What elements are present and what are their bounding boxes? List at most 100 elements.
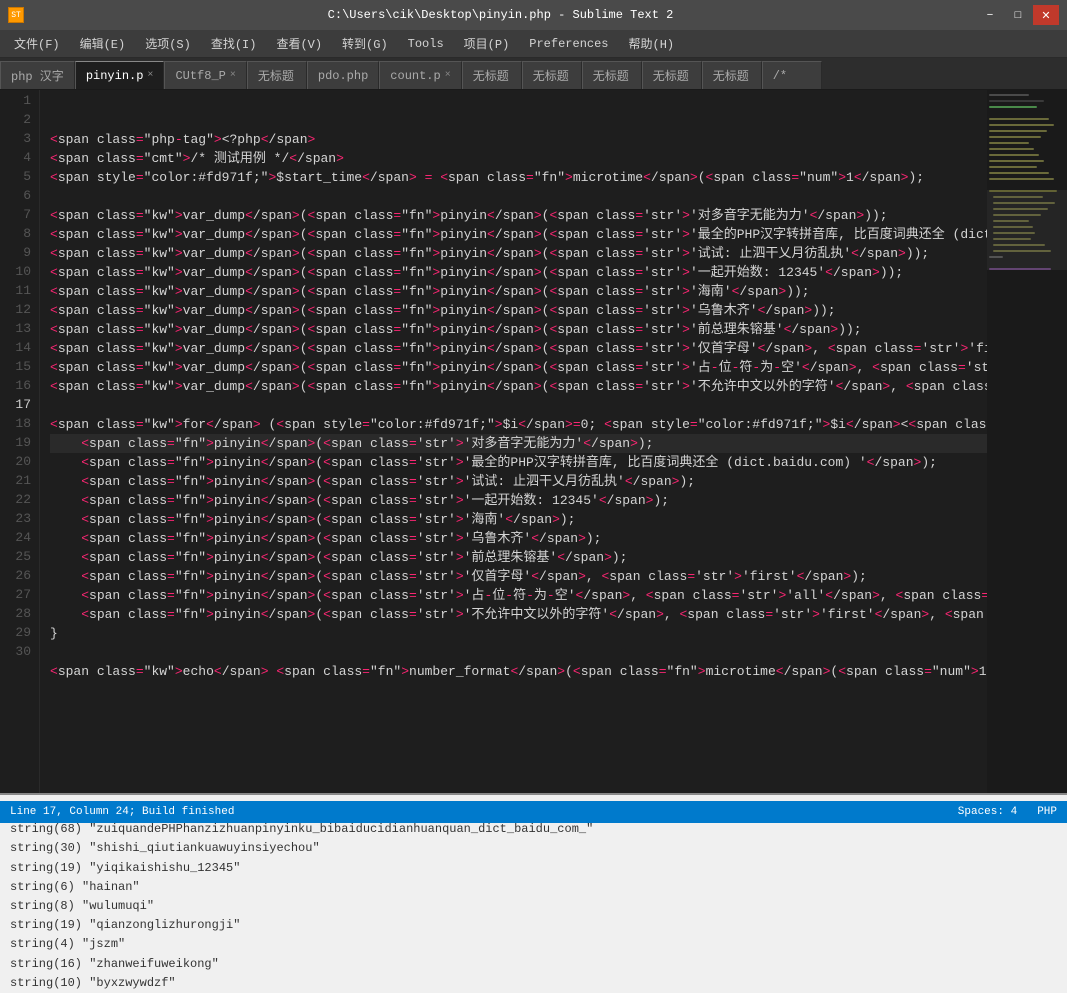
menu-item-V[interactable]: 查看(V) — [266, 31, 332, 56]
code-line-28 — [50, 643, 987, 662]
code-line-12: <span class="kw">var_dump</span>(<span c… — [50, 339, 987, 358]
tab-label: 无标题 — [473, 67, 509, 84]
code-line-16: <span class="kw">for</span> (<span style… — [50, 415, 987, 434]
line-number-15: 15 — [8, 358, 31, 377]
line-number-7: 7 — [8, 206, 31, 225]
code-line-25: <span class="fn">pinyin</span>(<span cla… — [50, 586, 987, 605]
menu-item-F[interactable]: 文件(F) — [4, 31, 70, 56]
menu-item-H[interactable]: 帮助(H) — [619, 31, 685, 56]
tab-label: 无标题 — [653, 67, 689, 84]
line-number-27: 27 — [8, 586, 31, 605]
code-line-3: <span style="color:#fd971f;">$start_time… — [50, 168, 987, 187]
tab-11[interactable]: /* — [762, 61, 822, 89]
code-line-30 — [50, 681, 987, 700]
code-line-17: <span class="fn">pinyin</span>(<span cla… — [50, 434, 987, 453]
line-number-26: 26 — [8, 567, 31, 586]
tab-label: count.p — [390, 69, 440, 83]
line-number-28: 28 — [8, 605, 31, 624]
code-line-10: <span class="kw">var_dump</span>(<span c… — [50, 301, 987, 320]
tab-close-btn[interactable]: × — [445, 70, 451, 81]
tab-2[interactable]: CUtf8_P × — [164, 61, 246, 89]
code-editor[interactable]: <span class="php-tag"><?php</span> <span … — [40, 90, 987, 793]
line-number-1: 1 — [8, 92, 31, 111]
statusbar-left: Line 17, Column 24; Build finished — [10, 806, 234, 818]
code-line-15 — [50, 396, 987, 415]
line-number-3: 3 — [8, 130, 31, 149]
code-line-23: <span class="fn">pinyin</span>(<span cla… — [50, 548, 987, 567]
cursor-position: Line 17, Column 24; Build finished — [10, 806, 234, 818]
output-line-7: string(4) "jszm" — [10, 935, 1057, 954]
menu-item-E[interactable]: 编辑(E) — [70, 31, 136, 56]
code-line-22: <span class="fn">pinyin</span>(<span cla… — [50, 529, 987, 548]
line-number-21: 21 — [8, 472, 31, 491]
spaces-info: Spaces: 4 — [958, 806, 1017, 818]
tab-8[interactable]: 无标题 — [582, 61, 642, 89]
menu-item-Tools[interactable]: Tools — [398, 33, 454, 55]
line-number-4: 4 — [8, 149, 31, 168]
menubar: 文件(F)编辑(E)选项(S)查找(I)查看(V)转到(G)Tools项目(P)… — [0, 30, 1067, 58]
tab-4[interactable]: pdo.php — [307, 61, 379, 89]
code-line-21: <span class="fn">pinyin</span>(<span cla… — [50, 510, 987, 529]
tab-0[interactable]: php 汉字 — [0, 61, 75, 89]
tab-label: php 汉字 — [11, 67, 64, 84]
code-line-7: <span class="kw">var_dump</span>(<span c… — [50, 244, 987, 263]
output-line-4: string(6) "hainan" — [10, 878, 1057, 897]
tab-label: 无标题 — [533, 67, 569, 84]
line-number-9: 9 — [8, 244, 31, 263]
minimap — [987, 90, 1067, 793]
tab-6[interactable]: 无标题 — [462, 61, 522, 89]
tab-5[interactable]: count.p × — [379, 61, 461, 89]
tab-label: 无标题 — [713, 67, 749, 84]
tab-7[interactable]: 无标题 — [522, 61, 582, 89]
tab-close-btn[interactable]: × — [147, 70, 153, 81]
menu-item-S[interactable]: 选项(S) — [135, 31, 201, 56]
menu-item-G[interactable]: 转到(G) — [332, 31, 398, 56]
code-line-24: <span class="fn">pinyin</span>(<span cla… — [50, 567, 987, 586]
code-line-19: <span class="fn">pinyin</span>(<span cla… — [50, 472, 987, 491]
tab-close-btn[interactable]: × — [230, 70, 236, 81]
code-line-18: <span class="fn">pinyin</span>(<span cla… — [50, 453, 987, 472]
code-line-20: <span class="fn">pinyin</span>(<span cla… — [50, 491, 987, 510]
line-number-5: 5 — [8, 168, 31, 187]
line-number-25: 25 — [8, 548, 31, 567]
tab-3[interactable]: 无标题 — [247, 61, 307, 89]
language-info: PHP — [1037, 806, 1057, 818]
tab-label: 无标题 — [593, 67, 629, 84]
restore-button[interactable]: □ — [1005, 5, 1031, 25]
line-number-18: 18 — [8, 415, 31, 434]
titlebar: ST C:\Users\cik\Desktop\pinyin.php - Sub… — [0, 0, 1067, 30]
line-number-10: 10 — [8, 263, 31, 282]
line-number-6: 6 — [8, 187, 31, 206]
output-line-3: string(19) "yiqikaishishu_12345" — [10, 859, 1057, 878]
tab-label: CUtf8_P — [175, 69, 225, 83]
tab-9[interactable]: 无标题 — [642, 61, 702, 89]
tab-label: pinyin.p — [86, 69, 144, 83]
statusbar: Line 17, Column 24; Build finished Space… — [0, 801, 1067, 823]
output-line-5: string(8) "wulumuqi" — [10, 897, 1057, 916]
line-number-29: 29 — [8, 624, 31, 643]
line-number-19: 19 — [8, 434, 31, 453]
output-line-8: string(16) "zhanweifuweikong" — [10, 955, 1057, 974]
app-icon: ST — [8, 7, 24, 23]
menu-item-Preferences[interactable]: Preferences — [519, 33, 618, 55]
menu-item-P[interactable]: 项目(P) — [454, 31, 520, 56]
tab-label: /* — [773, 69, 787, 83]
tab-10[interactable]: 无标题 — [702, 61, 762, 89]
close-button[interactable]: ✕ — [1033, 5, 1059, 25]
output-line-1: string(68) "zuiquandePHPhanzizhuanpinyin… — [10, 820, 1057, 839]
code-line-14: <span class="kw">var_dump</span>(<span c… — [50, 377, 987, 396]
line-number-24: 24 — [8, 529, 31, 548]
menu-item-I[interactable]: 查找(I) — [201, 31, 267, 56]
tabbar: php 汉字pinyin.p×CUtf8_P×无标题pdo.phpcount.p… — [0, 58, 1067, 90]
line-number-8: 8 — [8, 225, 31, 244]
output-line-9: string(10) "byxzwywdzf" — [10, 974, 1057, 993]
code-line-13: <span class="kw">var_dump</span>(<span c… — [50, 358, 987, 377]
tab-1[interactable]: pinyin.p× — [75, 61, 165, 89]
output-line-6: string(19) "qianzonglizhurongji" — [10, 916, 1057, 935]
output-line-2: string(30) "shishi_qiutiankuawuyinsiyech… — [10, 839, 1057, 858]
minimize-button[interactable]: − — [977, 5, 1003, 25]
code-line-1: <span class="php-tag"><?php</span> — [50, 130, 987, 149]
line-numbers: 1234567891011121314151617181920212223242… — [0, 90, 40, 793]
line-number-2: 2 — [8, 111, 31, 130]
code-line-6: <span class="kw">var_dump</span>(<span c… — [50, 225, 987, 244]
